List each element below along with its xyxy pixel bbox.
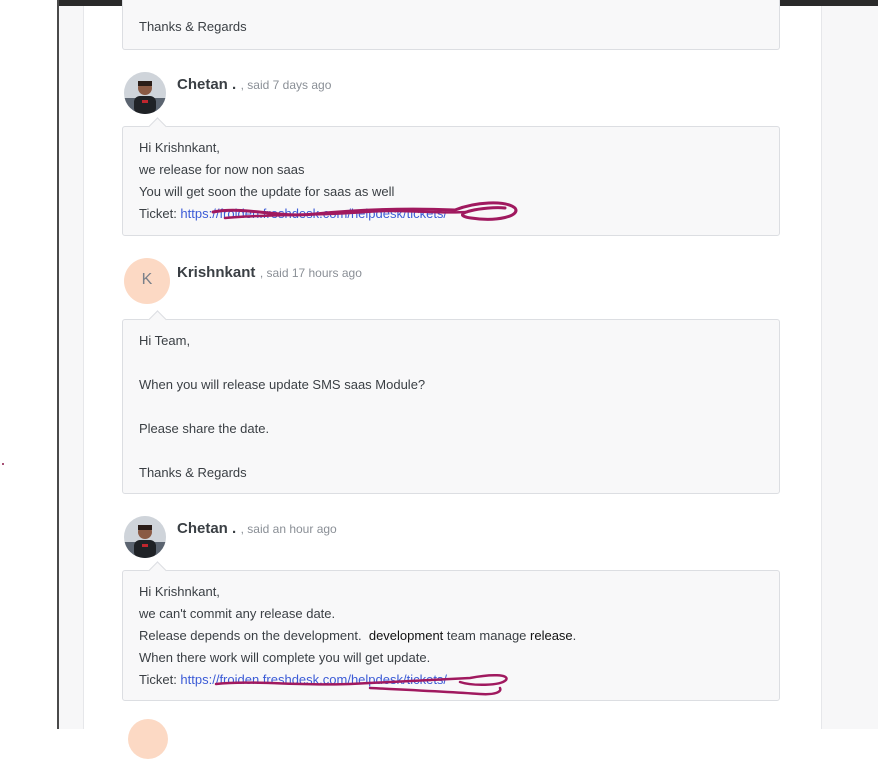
message-line: You will get soon the update for saas as… — [139, 184, 395, 199]
message-text: team manage — [443, 628, 531, 643]
author-name[interactable]: Chetan . — [177, 76, 236, 93]
user-avatar — [128, 719, 168, 759]
message-line: When there work will complete you will g… — [139, 650, 431, 665]
ticket-link[interactable]: https://froiden.freshdesk.com/helpdesk/t… — [180, 206, 447, 221]
user-avatar — [124, 72, 166, 114]
comment-message-box: Hi Krishnkant, we can't commit any relea… — [122, 561, 780, 701]
comment-meta: Chetan . , said 7 days ago — [177, 76, 331, 94]
ticket-link[interactable]: https://froiden.freshdesk.com/helpdesk/t… — [180, 672, 447, 687]
comment-meta: Chetan . , said an hour ago — [177, 520, 337, 538]
message-text: Release depends on the development. — [139, 628, 362, 643]
comment-message-box: Hi Team, When you will release update SM… — [122, 310, 780, 494]
message-line — [139, 352, 763, 374]
message-line: Thanks & Regards — [139, 19, 247, 34]
ticket-label: Ticket: — [139, 206, 181, 221]
author-name[interactable]: Chetan . — [177, 520, 236, 537]
comment-timestamp: , said 17 hours ago — [259, 266, 362, 280]
previous-message-box: Thanks & Regards — [122, 0, 780, 50]
comment-timestamp: , said 7 days ago — [240, 78, 332, 92]
message-line: we can't commit any release date. — [139, 606, 336, 621]
user-avatar — [124, 516, 166, 558]
ticket-line: Ticket: https://froiden.freshdesk.com/he… — [139, 669, 763, 691]
avatar-photo-icon — [124, 72, 166, 114]
message-text: release — [530, 628, 573, 643]
author-name[interactable]: Krishnkant — [177, 264, 255, 281]
message-line: Hi Team, — [139, 333, 191, 348]
message-line — [139, 440, 763, 462]
avatar-photo-icon — [124, 516, 166, 558]
message-line — [139, 396, 763, 418]
message-line: we release for now non saas — [139, 162, 305, 177]
message-line: Hi Krishnkant, — [139, 584, 220, 599]
message-line: When you will release update SMS saas Mo… — [139, 377, 426, 392]
ticket-line: Ticket: https://froiden.freshdesk.com/he… — [139, 203, 763, 225]
comment-meta: Krishnkant , said 17 hours ago — [177, 264, 362, 282]
message-line: Please share the date. — [139, 421, 270, 436]
ticket-label: Ticket: — [139, 672, 181, 687]
comment-message-box: Hi Krishnkant, we release for now non sa… — [122, 117, 780, 236]
message-line: Thanks & Regards — [139, 465, 247, 480]
user-avatar: K — [124, 258, 170, 304]
stray-mark — [2, 463, 4, 465]
comment-timestamp: , said an hour ago — [240, 522, 337, 536]
message-line: Release depends on the development. deve… — [139, 628, 577, 643]
message-line: Hi Krishnkant, — [139, 140, 220, 155]
message-text: development — [368, 628, 444, 643]
